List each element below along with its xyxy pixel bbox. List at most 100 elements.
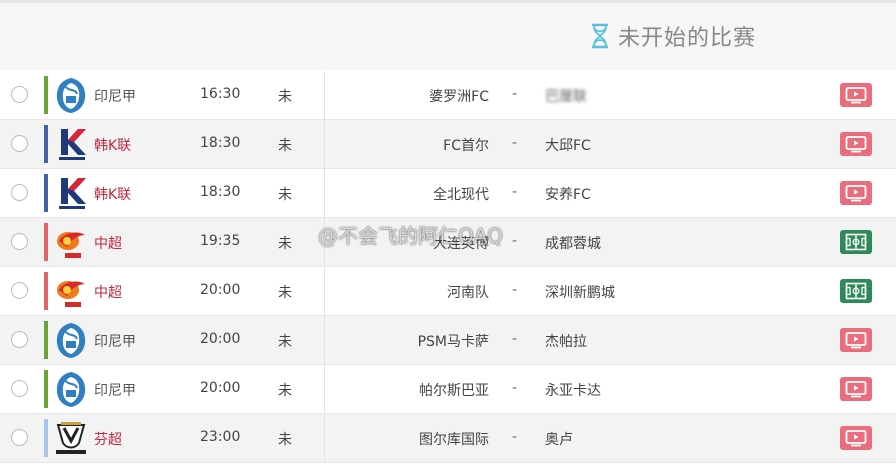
select-radio[interactable] [11,380,28,397]
select-radio[interactable] [11,86,28,103]
column-divider [324,169,325,217]
kickoff-time: 23:00 [200,429,241,445]
pitch-icon [845,233,867,251]
league-name[interactable]: 芬超 [94,429,122,449]
match-status: 未 [278,187,292,203]
league-name[interactable]: 韩K联 [94,184,131,204]
kickoff-time: 16:30 [200,86,241,102]
kickoff-time: 18:30 [200,135,241,151]
liga1-logo-icon [56,372,86,407]
select-radio[interactable] [11,184,28,201]
match-row[interactable]: 中超 20:00 未 河南队 - 深圳新鹏城 [0,267,896,316]
score-separator: - [512,184,518,200]
live-stream-button[interactable] [840,328,872,352]
match-row[interactable]: 中超 19:35 未 大连英博 - 成都蓉城 [0,218,896,267]
column-divider [324,71,325,119]
match-list: 印尼甲 16:30 未 婆罗洲FC - 巴厘联 韩K联 18:30 未 FC首尔… [0,71,896,463]
league-name[interactable]: 印尼甲 [94,86,136,106]
score-separator: - [512,331,518,347]
away-team[interactable]: 大邱FC [545,135,591,155]
home-team[interactable]: 图尔库国际 [419,429,489,449]
league-name[interactable]: 印尼甲 [94,331,136,351]
home-team[interactable]: 婆罗洲FC [429,86,489,106]
match-row[interactable]: 韩K联 18:30 未 FC首尔 - 大邱FC [0,120,896,169]
kickoff-time: 20:00 [200,282,241,298]
column-divider [324,267,325,315]
kickoff-time: 18:30 [200,184,241,200]
tv-icon [845,430,867,447]
home-team[interactable]: 大连英博 [433,233,489,253]
kleague-logo-icon [59,178,86,209]
league-color-bar [44,370,48,408]
league-color-bar [44,76,48,114]
league-name[interactable]: 韩K联 [94,135,131,155]
live-stream-button[interactable] [840,83,872,107]
away-team[interactable]: 深圳新鹏城 [545,282,615,302]
match-row[interactable]: 韩K联 18:30 未 全北现代 - 安养FC [0,169,896,218]
home-team[interactable]: 帕尔斯巴亚 [419,380,489,400]
league-name[interactable]: 中超 [94,233,122,253]
animation-button[interactable] [840,230,872,254]
live-stream-button[interactable] [840,377,872,401]
league-color-bar [44,272,48,310]
home-team[interactable]: PSM马卡萨 [418,331,489,351]
league-color-bar [44,223,48,261]
animation-button[interactable] [840,279,872,303]
select-radio[interactable] [11,429,28,446]
away-team[interactable]: 杰帕拉 [545,331,587,351]
tv-icon [845,136,867,153]
column-divider [324,316,325,364]
column-divider [324,218,325,266]
match-row[interactable]: 印尼甲 20:00 未 PSM马卡萨 - 杰帕拉 [0,316,896,365]
kickoff-time: 20:00 [200,380,241,396]
csl-logo-icon [57,281,85,307]
home-team[interactable]: 河南队 [447,282,489,302]
away-team[interactable]: 安养FC [545,184,591,204]
match-row[interactable]: 芬超 23:00 未 图尔库国际 - 奥卢 [0,414,896,463]
liga1-logo-icon [56,323,86,358]
score-separator: - [512,429,518,445]
csl-logo-icon [57,232,85,258]
pitch-icon [845,282,867,300]
score-separator: - [512,380,518,396]
match-status: 未 [278,89,292,105]
select-radio[interactable] [11,331,28,348]
match-status: 未 [278,285,292,301]
away-team[interactable]: 永亚卡达 [545,380,601,400]
match-row[interactable]: 印尼甲 16:30 未 婆罗洲FC - 巴厘联 [0,71,896,120]
league-color-bar [44,174,48,212]
score-separator: - [512,86,518,102]
live-stream-button[interactable] [840,426,872,450]
home-team[interactable]: 全北现代 [433,184,489,204]
league-name[interactable]: 印尼甲 [94,380,136,400]
away-team[interactable]: 奥卢 [545,429,573,449]
league-color-bar [44,321,48,359]
section-title-group: 未开始的比赛 [590,20,756,52]
hourglass-icon [591,23,608,49]
live-stream-button[interactable] [840,181,872,205]
live-stream-button[interactable] [840,132,872,156]
select-radio[interactable] [11,135,28,152]
score-separator: - [512,135,518,151]
kickoff-time: 19:35 [200,233,241,249]
league-name[interactable]: 中超 [94,282,122,302]
select-radio[interactable] [11,233,28,250]
liga1-logo-icon [56,78,86,113]
select-radio[interactable] [11,282,28,299]
match-status: 未 [278,236,292,252]
column-divider [324,120,325,168]
veikkausliiga-logo-icon [56,422,86,454]
tv-icon [845,185,867,202]
kleague-logo-icon [59,129,86,160]
match-status: 未 [278,334,292,350]
home-team[interactable]: FC首尔 [443,135,489,155]
league-color-bar [44,125,48,163]
score-separator: - [512,233,518,249]
match-row[interactable]: 印尼甲 20:00 未 帕尔斯巴亚 - 永亚卡达 [0,365,896,414]
column-divider [324,365,325,413]
column-divider [324,414,325,462]
tv-icon [845,332,867,349]
kickoff-time: 20:00 [200,331,241,347]
away-team[interactable]: 巴厘联 [545,86,587,106]
away-team[interactable]: 成都蓉城 [545,233,601,253]
